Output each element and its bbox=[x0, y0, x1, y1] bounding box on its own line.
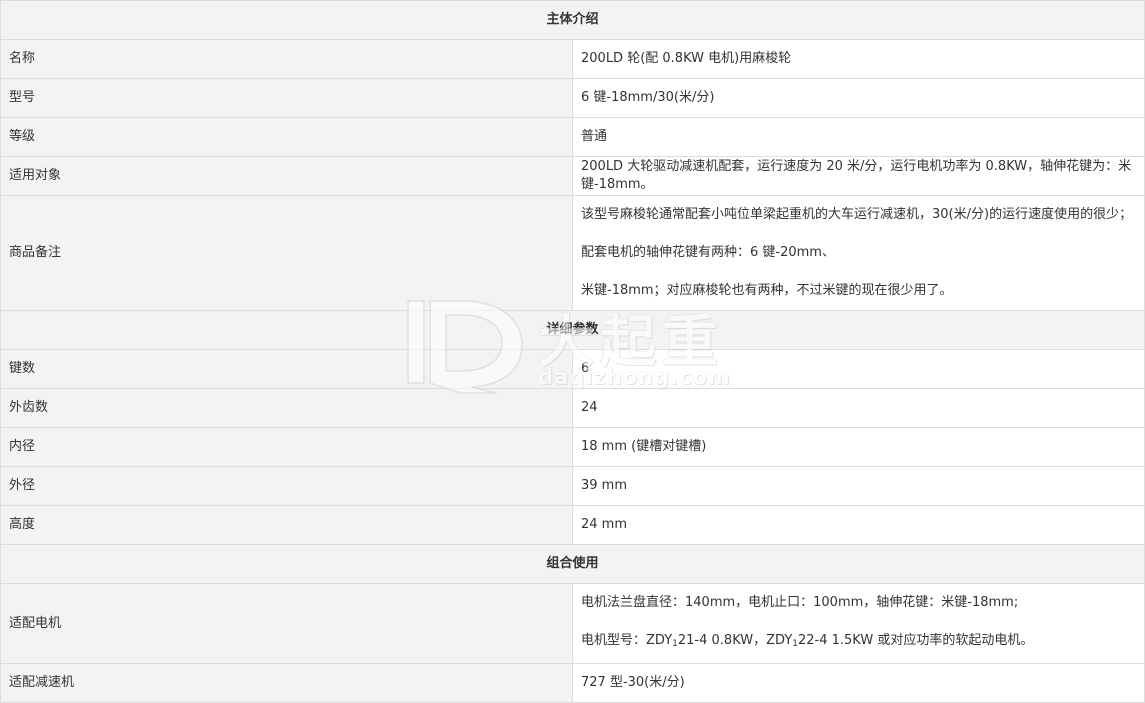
remark-line-2: 米键-18mm；对应麻梭轮也有两种，不过米键的现在很少用了。 bbox=[581, 283, 953, 298]
row-label-outer-diameter: 外径 bbox=[0, 466, 573, 506]
section-header-combo: 组合使用 bbox=[0, 544, 1145, 584]
table-row: 适配电机 电机法兰盘直径：140mm，电机止口：100mm，轴伸花键：米键-18… bbox=[0, 583, 1145, 664]
row-label-inner-diameter: 内径 bbox=[0, 427, 573, 467]
table-row: 键数 6 bbox=[0, 349, 1145, 389]
motor-model-suffix: 22-4 1.5KW 或对应功率的软起动电机。 bbox=[798, 633, 1034, 648]
section-header-intro: 主体介绍 bbox=[0, 0, 1145, 40]
row-label-name: 名称 bbox=[0, 39, 573, 79]
row-value-model: 6 键-18mm/30(米/分) bbox=[572, 78, 1145, 118]
row-value-reducer: 727 型-30(米/分) bbox=[572, 663, 1145, 703]
motor-model-mid: 21-4 0.8KW，ZDY bbox=[677, 633, 793, 648]
remark-line-1: 该型号麻梭轮通常配套小吨位单梁起重机的大车运行减速机，30(米/分)的运行速度使… bbox=[581, 207, 1133, 260]
table-row: 商品备注 该型号麻梭轮通常配套小吨位单梁起重机的大车运行减速机，30(米/分)的… bbox=[0, 195, 1145, 311]
row-value-remark: 该型号麻梭轮通常配套小吨位单梁起重机的大车运行减速机，30(米/分)的运行速度使… bbox=[572, 195, 1145, 311]
row-label-target: 适用对象 bbox=[0, 156, 573, 196]
row-value-teeth: 24 bbox=[572, 388, 1145, 428]
row-label-grade: 等级 bbox=[0, 117, 573, 157]
row-label-motor: 适配电机 bbox=[0, 583, 573, 664]
row-value-motor: 电机法兰盘直径：140mm，电机止口：100mm，轴伸花键：米键-18mm; 电… bbox=[572, 583, 1145, 664]
row-label-model: 型号 bbox=[0, 78, 573, 118]
row-value-inner-diameter: 18 mm (键槽对键槽) bbox=[572, 427, 1145, 467]
table-row: 内径 18 mm (键槽对键槽) bbox=[0, 427, 1145, 467]
table-row: 适配减速机 727 型-30(米/分) bbox=[0, 663, 1145, 703]
motor-line-1: 电机法兰盘直径：140mm，电机止口：100mm，轴伸花键：米键-18mm; bbox=[581, 595, 1019, 610]
row-value-height: 24 mm bbox=[572, 505, 1145, 545]
row-value-name: 200LD 轮(配 0.8KW 电机)用麻梭轮 bbox=[572, 39, 1145, 79]
table-row: 外径 39 mm bbox=[0, 466, 1145, 506]
row-label-height: 高度 bbox=[0, 505, 573, 545]
row-value-keys: 6 bbox=[572, 349, 1145, 389]
product-spec-table: 主体介绍 名称 200LD 轮(配 0.8KW 电机)用麻梭轮 型号 6 键-1… bbox=[0, 0, 1145, 703]
section-header-details: 详细参数 bbox=[0, 310, 1145, 350]
motor-model-prefix: 电机型号：ZDY bbox=[581, 633, 673, 648]
row-label-teeth: 外齿数 bbox=[0, 388, 573, 428]
row-label-keys: 键数 bbox=[0, 349, 573, 389]
row-label-reducer: 适配减速机 bbox=[0, 663, 573, 703]
table-row: 名称 200LD 轮(配 0.8KW 电机)用麻梭轮 bbox=[0, 39, 1145, 79]
table-row: 适用对象 200LD 大轮驱动减速机配套，运行速度为 20 米/分，运行电机功率… bbox=[0, 156, 1145, 196]
row-label-remark: 商品备注 bbox=[0, 195, 573, 311]
table-row: 等级 普通 bbox=[0, 117, 1145, 157]
table-row: 外齿数 24 bbox=[0, 388, 1145, 428]
table-row: 型号 6 键-18mm/30(米/分) bbox=[0, 78, 1145, 118]
row-value-outer-diameter: 39 mm bbox=[572, 466, 1145, 506]
motor-line-2: 电机型号：ZDY121-4 0.8KW，ZDY122-4 1.5KW 或对应功率… bbox=[581, 622, 1136, 663]
table-row: 高度 24 mm bbox=[0, 505, 1145, 545]
row-value-target: 200LD 大轮驱动减速机配套，运行速度为 20 米/分，运行电机功率为 0.8… bbox=[572, 156, 1145, 196]
row-value-grade: 普通 bbox=[572, 117, 1145, 157]
